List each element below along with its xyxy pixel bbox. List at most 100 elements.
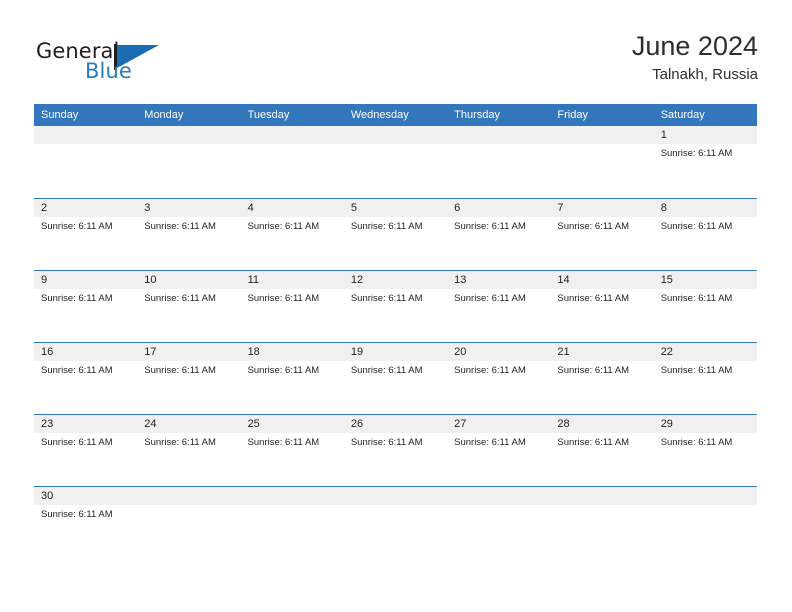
- day-number-band: 7: [550, 199, 654, 217]
- day-number-band: 5: [343, 199, 448, 217]
- day-events: Sunrise: 6:11 AM: [654, 217, 757, 233]
- calendar-day-cell-empty: [240, 487, 344, 558]
- day-number-band: 25: [240, 415, 344, 433]
- day-number: 24: [144, 418, 157, 430]
- day-number: 19: [350, 346, 364, 358]
- day-number: 6: [454, 202, 461, 214]
- calendar-day-cell-17[interactable]: 17 Sunrise: 6:11 AM: [137, 343, 241, 414]
- calendar-day-cell-empty: [447, 487, 551, 558]
- calendar-day-cell-18[interactable]: 18 Sunrise: 6:11 AM: [240, 343, 344, 414]
- day-number-band: 6: [447, 199, 551, 217]
- day-number-band: [34, 126, 138, 144]
- day-events: Sunrise: 6:11 AM: [550, 217, 653, 233]
- day-number: 26: [350, 418, 364, 430]
- calendar-day-cell-14[interactable]: 14 Sunrise: 6:11 AM: [550, 271, 654, 342]
- sunrise-event: Sunrise: 6:11 AM: [660, 437, 733, 448]
- day-number-band: 24: [137, 415, 241, 433]
- day-number-band: [447, 126, 551, 144]
- day-events: [447, 505, 550, 509]
- day-number: 9: [41, 274, 48, 286]
- calendar-page: General Blue June 2024 Talnakh, Russia S…: [0, 0, 792, 612]
- calendar-body: 1 Sunrise: 6:11 AM 2 Sunrise: 6:11 AM 3 Sunri…: [34, 126, 757, 558]
- sunrise-event: Sunrise: 6:11 AM: [557, 221, 630, 232]
- calendar-day-cell-8[interactable]: 8 Sunrise: 6:11 AM: [653, 199, 757, 270]
- calendar-day-cell-16[interactable]: 16 Sunrise: 6:11 AM: [34, 343, 138, 414]
- day-number-band: 22: [653, 343, 757, 361]
- brand-name-blue: Blue: [85, 59, 132, 83]
- calendar-day-cell-1[interactable]: 1 Sunrise: 6:11 AM: [653, 126, 757, 198]
- day-number-band: 26: [343, 415, 448, 433]
- general-blue-logo[interactable]: General Blue: [34, 32, 264, 88]
- calendar-day-cell-22[interactable]: 22 Sunrise: 6:11 AM: [653, 343, 757, 414]
- calendar-day-cell-4[interactable]: 4 Sunrise: 6:11 AM: [240, 199, 344, 270]
- calendar-day-cell-28[interactable]: 28 Sunrise: 6:11 AM: [550, 415, 654, 486]
- day-number: 7: [557, 202, 564, 214]
- day-events: Sunrise: 6:11 AM: [137, 217, 240, 233]
- calendar-day-cell-empty: [137, 126, 241, 198]
- weekday-header-row: Sunday Monday Tuesday Wednesday Thursday Frid…: [34, 104, 757, 126]
- day-events: [34, 144, 137, 148]
- calendar-day-cell-26[interactable]: 26 Sunrise: 6:11 AM: [343, 415, 448, 486]
- calendar-day-cell-10[interactable]: 10 Sunrise: 6:11 AM: [137, 271, 241, 342]
- calendar-day-cell-6[interactable]: 6 Sunrise: 6:11 AM: [447, 199, 551, 270]
- day-number-band: 4: [240, 199, 344, 217]
- calendar-day-cell-15[interactable]: 15 Sunrise: 6:11 AM: [653, 271, 757, 342]
- calendar-day-cell-19[interactable]: 19 Sunrise: 6:11 AM: [343, 343, 448, 414]
- day-number-band: [137, 126, 241, 144]
- day-events: Sunrise: 6:11 AM: [34, 361, 137, 377]
- calendar-day-cell-20[interactable]: 20 Sunrise: 6:11 AM: [447, 343, 551, 414]
- calendar-day-cell-7[interactable]: 7 Sunrise: 6:11 AM: [550, 199, 654, 270]
- day-number-band: 15: [653, 271, 757, 289]
- day-number: 11: [247, 274, 259, 286]
- calendar-day-cell-3[interactable]: 3 Sunrise: 6:11 AM: [137, 199, 241, 270]
- calendar-day-cell-21[interactable]: 21 Sunrise: 6:11 AM: [550, 343, 654, 414]
- sunrise-event: Sunrise: 6:11 AM: [557, 293, 630, 304]
- weekday-header-wednesday: Wednesday: [350, 109, 409, 121]
- day-events: Sunrise: 6:11 AM: [344, 433, 447, 449]
- calendar-day-cell-24[interactable]: 24 Sunrise: 6:11 AM: [137, 415, 241, 486]
- day-events: Sunrise: 6:11 AM: [654, 144, 757, 160]
- calendar-day-cell-12[interactable]: 12 Sunrise: 6:11 AM: [343, 271, 448, 342]
- calendar-day-cell-30[interactable]: 30 Sunrise: 6:11 AM: [34, 487, 138, 558]
- calendar-day-cell-5[interactable]: 5 Sunrise: 6:11 AM: [343, 199, 448, 270]
- day-number-band: 9: [34, 271, 138, 289]
- calendar-day-cell-27[interactable]: 27 Sunrise: 6:11 AM: [447, 415, 551, 486]
- day-number: 12: [350, 274, 364, 286]
- day-events: [447, 144, 550, 148]
- day-number: 8: [660, 202, 667, 214]
- day-number: 25: [247, 418, 260, 430]
- sunrise-event: Sunrise: 6:11 AM: [454, 365, 526, 376]
- calendar-day-cell-empty: [137, 487, 241, 558]
- calendar-day-cell-25[interactable]: 25 Sunrise: 6:11 AM: [240, 415, 344, 486]
- sunrise-event: Sunrise: 6:11 AM: [144, 221, 216, 232]
- day-number-band: [343, 126, 448, 144]
- day-events: Sunrise: 6:11 AM: [241, 289, 344, 305]
- day-number: 21: [557, 346, 570, 358]
- calendar-day-cell-9[interactable]: 9 Sunrise: 6:11 AM: [34, 271, 138, 342]
- day-number: 17: [144, 346, 157, 358]
- weekday-header-friday: Friday: [557, 109, 588, 121]
- sunrise-event: Sunrise: 6:11 AM: [41, 365, 113, 376]
- calendar-day-cell-23[interactable]: 23 Sunrise: 6:11 AM: [34, 415, 138, 486]
- day-number-band: 28: [550, 415, 654, 433]
- page-title: June 2024: [631, 31, 758, 61]
- calendar-day-cell-29[interactable]: 29 Sunrise: 6:11 AM: [653, 415, 757, 486]
- day-number: 16: [41, 346, 54, 358]
- calendar-day-cell-13[interactable]: 13 Sunrise: 6:11 AM: [447, 271, 551, 342]
- sunrise-event: Sunrise: 6:11 AM: [350, 293, 423, 304]
- day-number-band: 19: [343, 343, 448, 361]
- sunrise-event: Sunrise: 6:11 AM: [247, 437, 320, 448]
- sunrise-event: Sunrise: 6:11 AM: [350, 221, 423, 232]
- calendar-day-cell-11[interactable]: 11 Sunrise: 6:11 AM: [240, 271, 344, 342]
- weekday-header-tuesday: Tuesday: [247, 109, 290, 121]
- calendar-day-cell-2[interactable]: 2 Sunrise: 6:11 AM: [34, 199, 138, 270]
- calendar-day-cell-empty: [34, 126, 138, 198]
- day-events: [137, 144, 240, 148]
- day-number: 4: [247, 202, 254, 214]
- sunrise-event: Sunrise: 6:11 AM: [454, 293, 526, 304]
- sunrise-event: Sunrise: 6:11 AM: [557, 437, 630, 448]
- day-number: 2: [41, 202, 48, 214]
- day-number: 20: [454, 346, 467, 358]
- sunrise-event: Sunrise: 6:11 AM: [144, 365, 216, 376]
- day-events: [550, 505, 653, 509]
